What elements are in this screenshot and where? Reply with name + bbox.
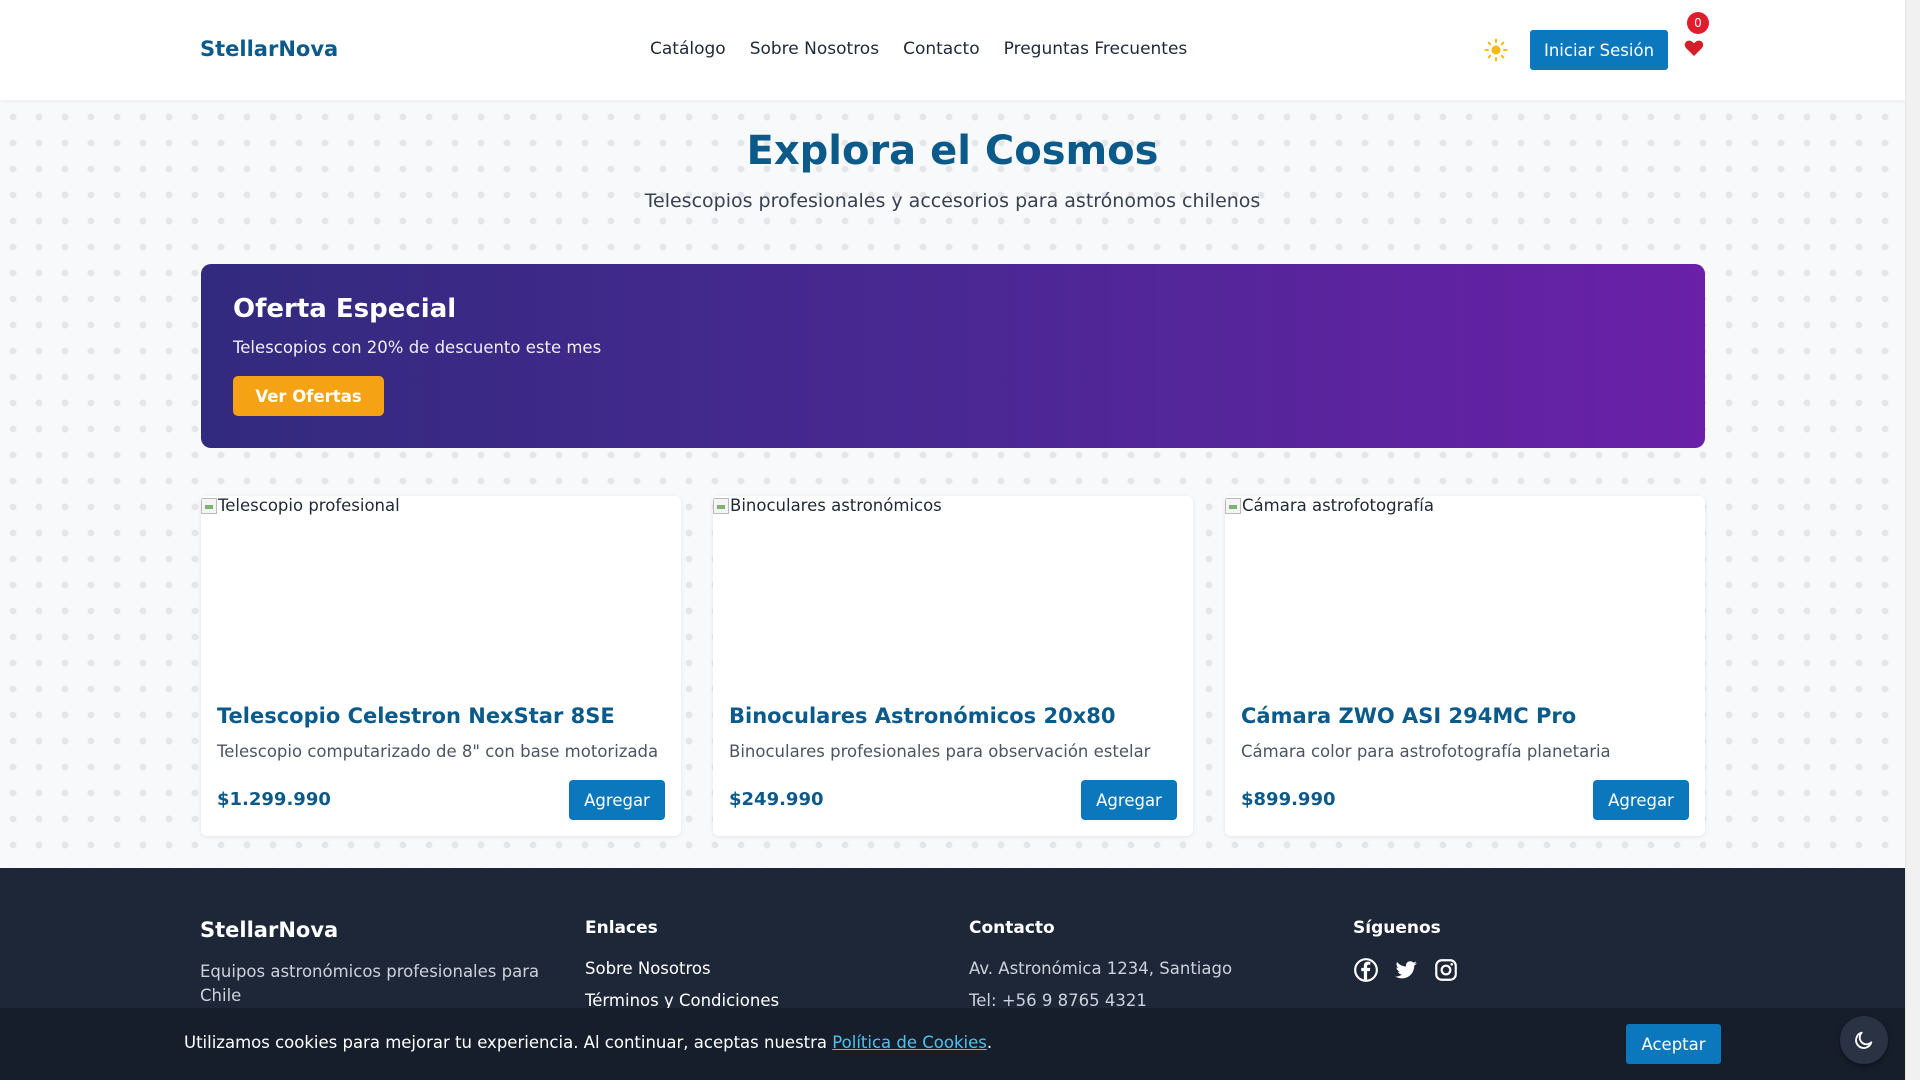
- cookie-message: Utilizamos cookies para mejorar tu exper…: [184, 1033, 992, 1052]
- hero-title: Explora el Cosmos: [746, 128, 1159, 174]
- broken-image-icon: [201, 498, 217, 514]
- cookie-banner: Utilizamos cookies para mejorar tu exper…: [0, 1008, 1905, 1080]
- nav-contacto[interactable]: Contacto: [903, 39, 980, 59]
- heart-icon[interactable]: [1684, 38, 1704, 58]
- broken-image-icon: [713, 498, 729, 514]
- hero-subtitle: Telescopios profesionales y accesorios p…: [644, 190, 1261, 212]
- accept-cookies-button[interactable]: Aceptar: [1626, 1024, 1721, 1064]
- add-to-cart-button[interactable]: Agregar: [1593, 780, 1689, 820]
- product-image: Cámara astrofotografía: [1225, 496, 1705, 686]
- product-card: Binoculares astronómicos Binoculares Ast…: [713, 496, 1193, 836]
- main-nav: Catálogo Sobre Nosotros Contacto Pregunt…: [650, 39, 1211, 59]
- product-price: $1.299.990: [217, 789, 331, 810]
- product-title[interactable]: Telescopio Celestron NexStar 8SE: [217, 704, 615, 728]
- twitter-icon[interactable]: [1393, 957, 1419, 983]
- nav-sobre-nosotros[interactable]: Sobre Nosotros: [750, 39, 879, 59]
- product-card: Cámara astrofotografía Cámara ZWO ASI 29…: [1225, 496, 1705, 836]
- login-button[interactable]: Iniciar Sesión: [1530, 30, 1668, 70]
- cookie-policy-link[interactable]: Política de Cookies: [832, 1033, 987, 1052]
- facebook-icon[interactable]: [1353, 957, 1379, 983]
- footer-brand: StellarNova: [200, 918, 339, 942]
- add-to-cart-button[interactable]: Agregar: [569, 780, 665, 820]
- view-offers-button[interactable]: Ver Ofertas: [233, 376, 384, 416]
- dark-mode-toggle[interactable]: [1840, 1016, 1888, 1064]
- footer-address: Av. Astronómica 1234, Santiago: [969, 959, 1233, 978]
- product-card: Telescopio profesional Telescopio Celest…: [201, 496, 681, 836]
- product-description: Telescopio computarizado de 8" con base …: [217, 742, 659, 761]
- product-description: Binoculares profesionales para observaci…: [729, 742, 1151, 761]
- special-offer-banner: Oferta Especial Telescopios con 20% de d…: [201, 264, 1705, 448]
- product-image-alt: Binoculares astronómicos: [730, 496, 942, 515]
- footer-link-sobre-nosotros[interactable]: Sobre Nosotros: [585, 959, 711, 978]
- offer-text: Telescopios con 20% de descuento este me…: [233, 338, 602, 357]
- site-header: StellarNova Catálogo Sobre Nosotros Cont…: [0, 0, 1905, 100]
- product-price: $249.990: [729, 789, 824, 810]
- offer-title: Oferta Especial: [233, 294, 457, 324]
- nav-catalogo[interactable]: Catálogo: [650, 39, 726, 59]
- product-description: Cámara color para astrofotografía planet…: [1241, 742, 1611, 761]
- broken-image-icon: [1225, 498, 1241, 514]
- add-to-cart-button[interactable]: Agregar: [1081, 780, 1177, 820]
- site-logo[interactable]: StellarNova: [200, 37, 338, 61]
- cookie-text: Utilizamos cookies para mejorar tu exper…: [184, 1033, 833, 1052]
- product-image-alt: Cámara astrofotografía: [1242, 496, 1434, 515]
- product-image: Binoculares astronómicos: [713, 496, 1193, 686]
- product-title[interactable]: Binoculares Astronómicos 20x80: [729, 704, 1115, 728]
- moon-icon: [1855, 1031, 1873, 1049]
- product-title[interactable]: Cámara ZWO ASI 294MC Pro: [1241, 704, 1576, 728]
- product-image-alt: Telescopio profesional: [218, 496, 400, 515]
- sun-icon[interactable]: [1484, 38, 1508, 62]
- footer-social-title: Síguenos: [1353, 918, 1441, 938]
- instagram-icon[interactable]: [1433, 957, 1459, 983]
- nav-preguntas-frecuentes[interactable]: Preguntas Frecuentes: [1004, 39, 1188, 59]
- cookie-suffix: .: [986, 1033, 993, 1052]
- favorites-count-badge: 0: [1687, 12, 1709, 34]
- product-price: $899.990: [1241, 789, 1336, 810]
- footer-description: Equipos astronómicos profesionales para …: [200, 962, 540, 1005]
- footer-links-title: Enlaces: [585, 918, 658, 938]
- scrollbar[interactable]: [1905, 0, 1920, 1080]
- footer-contact-title: Contacto: [969, 918, 1055, 938]
- product-image: Telescopio profesional: [201, 496, 681, 686]
